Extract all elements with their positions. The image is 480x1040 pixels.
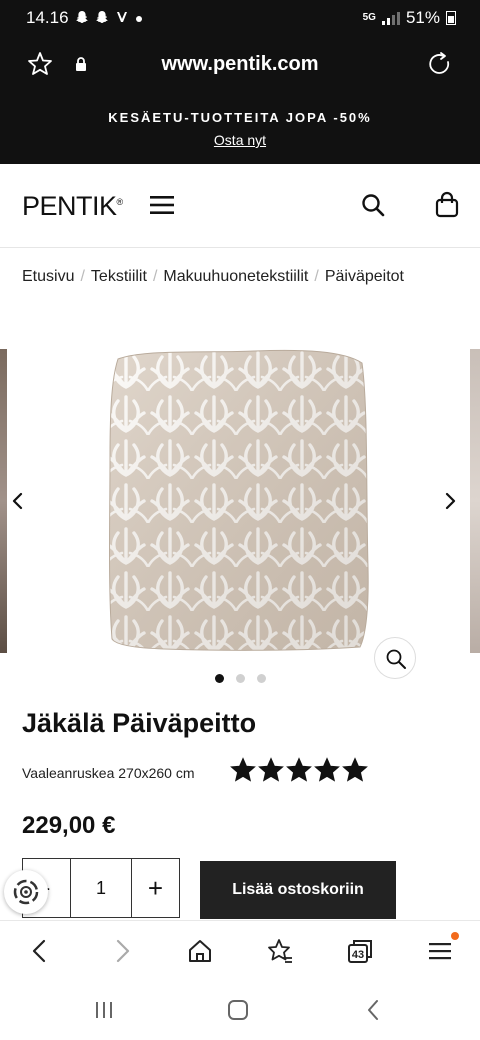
promo-text: KESÄETU-TUOTTEITA JOPA -50%	[108, 110, 372, 125]
quantity-increase-button[interactable]: +	[131, 859, 179, 917]
breadcrumb: Etusivu / Tekstiilit / Makuuhuonetekstiilit /…	[22, 268, 404, 286]
dot-icon	[135, 10, 143, 26]
system-navigation-bar	[0, 980, 480, 1040]
gallery-pagination	[0, 674, 480, 683]
add-to-cart-button[interactable]: Lisää ostoskoriin	[200, 861, 396, 919]
snapchat-icon	[75, 10, 89, 27]
breadcrumb-item[interactable]: Päiväpeitot	[325, 268, 404, 285]
star-icon	[286, 757, 312, 782]
breadcrumb-item[interactable]: Makuuhuonetekstiilit	[163, 268, 308, 285]
forward-icon[interactable]	[108, 937, 136, 965]
menu-notification-dot	[451, 932, 459, 940]
gear-widget-icon	[13, 879, 39, 905]
system-back-icon[interactable]	[362, 998, 386, 1022]
promo-banner: KESÄETU-TUOTTEITA JOPA -50% Osta nyt	[0, 94, 480, 164]
quantity-input[interactable]: 1	[71, 859, 131, 917]
gallery-dot[interactable]	[235, 674, 245, 683]
logo-registered-mark: ®	[116, 197, 124, 207]
network-5g-icon: 5G	[362, 12, 376, 23]
tabs-icon[interactable]: 43	[346, 937, 374, 965]
snapchat-icon	[95, 10, 109, 27]
breadcrumb-separator: /	[80, 268, 85, 285]
next-image-peek	[470, 349, 480, 653]
star-icon	[230, 757, 256, 782]
hamburger-menu-icon[interactable]	[150, 194, 174, 216]
logo-text: PENTIK	[22, 191, 117, 221]
gallery-dot[interactable]	[214, 674, 224, 683]
bookmarks-star-icon[interactable]	[266, 937, 294, 965]
breadcrumb-item[interactable]: Tekstiilit	[91, 268, 147, 285]
recent-apps-icon[interactable]	[92, 998, 116, 1022]
gallery-dot[interactable]	[256, 674, 266, 683]
product-image[interactable]	[104, 347, 372, 653]
rating-stars[interactable]	[230, 757, 368, 783]
search-icon[interactable]	[360, 192, 386, 218]
magnifier-icon	[386, 649, 406, 669]
battery-icon	[446, 11, 456, 25]
promo-link[interactable]: Osta nyt	[0, 132, 480, 148]
url-text[interactable]: www.pentik.com	[0, 53, 480, 76]
pentik-logo[interactable]: PENTIK®	[22, 191, 123, 222]
chevron-left-icon[interactable]	[8, 491, 28, 511]
status-bar: 14.16 5G 51%	[0, 0, 480, 36]
reload-icon[interactable]	[426, 50, 454, 78]
signal-icon	[381, 11, 400, 25]
home-icon[interactable]	[186, 937, 214, 965]
product-title: Jäkälä Päiväpeitto	[22, 708, 257, 738]
product-gallery[interactable]	[0, 345, 480, 679]
clock: 14.16	[26, 8, 69, 27]
product-variant: Vaaleanruskea 270x260 cm	[22, 765, 195, 781]
battery-percent: 51%	[405, 8, 440, 27]
vivino-icon	[115, 10, 129, 27]
star-icon	[342, 757, 368, 782]
chevron-right-icon[interactable]	[440, 491, 460, 511]
browser-url-bar: www.pentik.com	[0, 36, 480, 94]
star-icon	[258, 757, 284, 782]
shopping-bag-icon[interactable]	[434, 191, 460, 219]
back-icon[interactable]	[26, 937, 54, 965]
browser-toolbar: 43	[0, 920, 480, 980]
tabs-count: 43	[352, 949, 364, 961]
zoom-button[interactable]	[374, 637, 416, 679]
floating-widget-button[interactable]	[4, 870, 48, 914]
home-button-icon[interactable]	[226, 998, 250, 1022]
breadcrumb-separator: /	[152, 268, 158, 285]
star-icon	[314, 757, 340, 782]
product-price: 229,00 €	[22, 812, 116, 839]
site-header: PENTIK®	[0, 164, 480, 248]
breadcrumb-item[interactable]: Etusivu	[22, 268, 74, 285]
browser-menu-icon[interactable]	[426, 937, 454, 965]
breadcrumb-separator: /	[314, 268, 319, 285]
previous-image-peek	[0, 349, 7, 653]
